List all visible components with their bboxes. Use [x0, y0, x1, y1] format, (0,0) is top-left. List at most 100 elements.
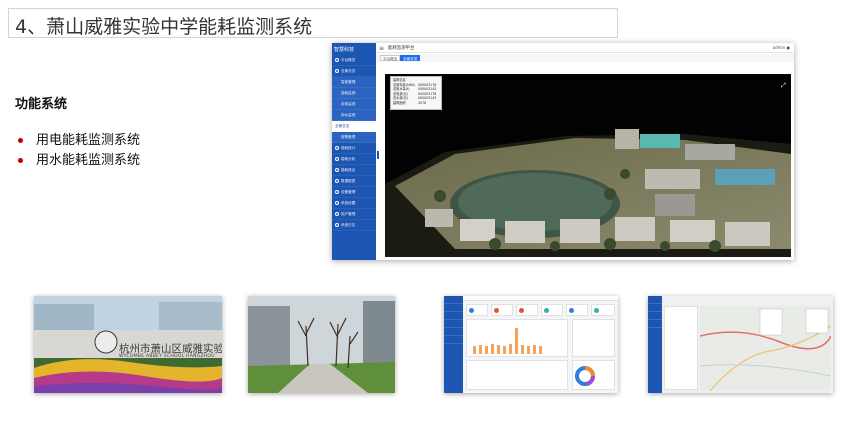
mini-nav-row — [444, 304, 463, 312]
mini-nav-row — [444, 296, 463, 304]
sidebar-item[interactable]: 系统设置 — [332, 198, 376, 209]
map-platform-screenshot — [648, 296, 833, 393]
school-sign-photo: 杭州市萧山区威雅实验学校 WYCOMBE ABBEY SCHOOL HANGZH… — [34, 296, 222, 393]
mini-sidebar — [444, 296, 463, 393]
hamburger-menu-icon[interactable]: ≡ — [379, 45, 384, 52]
feature-item-electricity: 用电能耗监测系统 — [15, 131, 140, 151]
stat-icon — [519, 308, 524, 313]
sidebar-item[interactable]: 能耗分析 — [332, 154, 376, 165]
stat-icon — [594, 308, 599, 313]
nav-label: 能耗分析 — [341, 157, 356, 161]
nav-icon — [335, 157, 339, 161]
nav-label: 用户管理 — [341, 212, 356, 216]
feature-list: 用电能耗监测系统 用水能耗监测系统 — [15, 131, 140, 171]
mini-nav-row — [444, 312, 463, 320]
energy-dashboard-screenshot — [444, 296, 618, 393]
collapse-handle[interactable] — [377, 151, 379, 159]
stat-icon — [544, 308, 549, 313]
mini-nav-row — [444, 328, 463, 336]
mini-stat-card — [466, 304, 488, 316]
sidebar-item[interactable]: 能耗统计 — [332, 143, 376, 154]
nav-icon — [335, 168, 339, 172]
nav-label: 用电监测 — [341, 102, 356, 106]
mini-map-image — [700, 306, 831, 391]
info-row: 建筑面积 4578 — [393, 101, 439, 106]
sidebar-item[interactable]: 平台概览 — [332, 55, 376, 66]
nav-icon — [335, 69, 339, 73]
expand-icon[interactable]: ⤢ — [780, 82, 787, 89]
info-value: 000003143 — [418, 96, 437, 101]
nav-label: 系统日志 — [341, 223, 356, 227]
campus-3d-view[interactable]: 建筑信息 总用电量(kWh) 000003178 总用水量(t) 000003143… — [385, 74, 791, 257]
nav-label: 能耗统计 — [341, 146, 356, 150]
mini-nav-row — [444, 320, 463, 328]
nav-label: 报警管理 — [341, 135, 356, 139]
top-bar: ≡ 能耗监测平台 admin ● — [376, 43, 794, 53]
sidebar-subitem[interactable]: 报警管理 — [332, 132, 376, 143]
nav-icon — [335, 58, 339, 62]
user-menu[interactable]: admin ● — [773, 45, 790, 50]
app-title: 能耗监测平台 — [388, 46, 415, 51]
school-sign: 杭州市萧山区威雅实验学校 WYCOMBE ABBEY SCHOOL HANGZH… — [92, 334, 222, 360]
nav-label: 智能管理 — [341, 80, 356, 84]
nav-icon — [335, 179, 339, 183]
nav-label: 能耗排名 — [341, 168, 356, 172]
campus-walkway-image — [248, 296, 395, 393]
nav-icon — [335, 223, 339, 227]
info-key: 建筑面积 — [393, 100, 406, 105]
mini-stat-card — [591, 304, 615, 316]
user-name: admin — [772, 45, 786, 50]
platform-screenshot: 智慧科技 平台概览 全景总览 智能管理 能耗监测 用电监测 用水监测 全景总览 … — [332, 43, 794, 260]
sidebar-subitem[interactable]: 用水监测 — [332, 110, 376, 121]
info-value: 000003178 — [418, 82, 437, 87]
sidebar-item[interactable]: 全景总览 — [332, 66, 376, 77]
sidebar-item[interactable]: 系统日志 — [332, 220, 376, 231]
stat-icon — [569, 308, 574, 313]
nav-label: 系统设置 — [341, 201, 356, 205]
feature-label: 用电能耗监测系统 — [36, 133, 141, 148]
campus-model-image — [385, 129, 791, 257]
mini-stat-card — [491, 304, 513, 316]
app-logo: 智慧科技 — [334, 47, 355, 53]
nav-label: 平台概览 — [341, 58, 356, 62]
sidebar-item[interactable]: 数据报表 — [332, 176, 376, 187]
mini-nav-row — [648, 296, 662, 304]
mini-stat-card — [566, 304, 588, 316]
sidebar-item[interactable]: 用户管理 — [332, 209, 376, 220]
nav-label: 全景总览 — [341, 69, 356, 73]
mini-nav-row — [648, 312, 662, 320]
mini-stat-card — [516, 304, 538, 316]
nav-label: 全景总览 — [335, 124, 350, 128]
mini-table-panel — [466, 360, 568, 390]
sidebar-subitem[interactable]: 能耗监测 — [332, 88, 376, 99]
sidebar-item[interactable]: 能耗排名 — [332, 165, 376, 176]
building-info-panel: 建筑信息 总用电量(kWh) 000003178 总用水量(t) 000003143… — [390, 76, 442, 110]
info-value: 4578 — [418, 100, 427, 105]
nav-icon — [335, 190, 339, 194]
nav-label: 设备管理 — [341, 190, 356, 194]
mini-side-panel — [572, 319, 615, 357]
section-heading: 功能系统 — [15, 97, 68, 112]
stat-icon — [469, 308, 474, 313]
mini-stat-card — [541, 304, 563, 316]
campus-walkway-photo — [248, 296, 395, 393]
slide-title: 4、萧山威雅实验中学能耗监测系统 — [15, 16, 313, 38]
feature-item-water: 用水能耗监测系统 — [15, 151, 140, 171]
feature-label: 用水能耗监测系统 — [36, 153, 141, 168]
sidebar-item[interactable]: 设备管理 — [332, 187, 376, 198]
mini-sidebar — [648, 296, 662, 393]
stat-icon — [494, 308, 499, 313]
sidebar-item-active[interactable]: 全景总览 — [332, 121, 376, 132]
sidebar-subitem[interactable]: 智能管理 — [332, 77, 376, 88]
nav-icon — [335, 212, 339, 216]
mini-bar-chart-image — [473, 328, 542, 354]
tab-panorama[interactable]: 全景总览 — [400, 55, 421, 61]
school-name-en: WYCOMBE ABBEY SCHOOL HANGZHOU — [119, 354, 215, 359]
tab-overview[interactable]: 平台概览 — [380, 55, 401, 61]
nav-icon — [335, 201, 339, 205]
tab-bar: 平台概览 全景总览 — [376, 54, 794, 62]
mini-topbar — [463, 296, 618, 301]
mini-list-panel — [664, 306, 698, 390]
mini-bar-chart-panel — [466, 319, 568, 357]
sidebar-subitem[interactable]: 用电监测 — [332, 99, 376, 110]
